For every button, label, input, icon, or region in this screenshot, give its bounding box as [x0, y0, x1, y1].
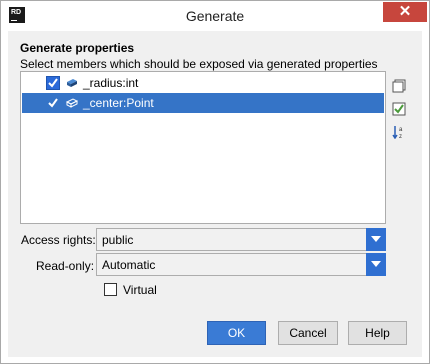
window-title: Generate	[185, 8, 245, 24]
access-rights-value: public	[102, 233, 134, 247]
virtual-checkbox[interactable]	[104, 283, 117, 296]
member-row-radius[interactable]: _radius:int	[22, 73, 384, 93]
read-only-select[interactable]: Automatic	[96, 253, 386, 276]
chevron-down-icon	[371, 261, 381, 267]
read-only-value: Automatic	[102, 258, 156, 272]
cancel-button[interactable]: Cancel	[278, 321, 338, 345]
title-bar[interactable]: RD Generate ✕	[1, 1, 429, 31]
read-only-dropdown-button[interactable]	[366, 253, 386, 276]
chevron-down-icon	[371, 236, 381, 242]
member-row-center[interactable]: _center:Point	[22, 93, 384, 113]
select-none-icon[interactable]	[392, 79, 406, 93]
member-label: _center:Point	[83, 96, 154, 110]
member-checkbox[interactable]	[46, 96, 60, 110]
close-icon: ✕	[398, 3, 412, 20]
read-only-label: Read-only:	[36, 259, 95, 273]
access-rights-label: Access rights:	[21, 233, 96, 247]
field-icon	[67, 79, 77, 87]
section-title: Generate properties	[20, 41, 135, 55]
dialog-body: Generate properties Select members which…	[8, 31, 422, 357]
member-checkbox[interactable]	[46, 76, 60, 90]
member-list[interactable]: _radius:int _center:Point	[20, 71, 386, 224]
close-button[interactable]: ✕	[383, 2, 427, 22]
svg-text:a: a	[399, 127, 403, 133]
help-button[interactable]: Help	[348, 321, 407, 345]
sort-icon[interactable]: a z	[392, 125, 406, 139]
field-icon	[66, 98, 78, 108]
ok-button[interactable]: OK	[207, 321, 266, 345]
member-label: _radius:int	[83, 76, 139, 90]
access-rights-select[interactable]: public	[96, 228, 386, 251]
svg-text:z: z	[399, 134, 402, 139]
access-rights-dropdown-button[interactable]	[366, 228, 386, 251]
virtual-label: Virtual	[123, 283, 157, 297]
select-all-icon[interactable]	[392, 102, 406, 116]
section-description: Select members which should be exposed v…	[20, 57, 378, 71]
generate-dialog: RD Generate ✕ Generate properties Select…	[0, 0, 430, 364]
